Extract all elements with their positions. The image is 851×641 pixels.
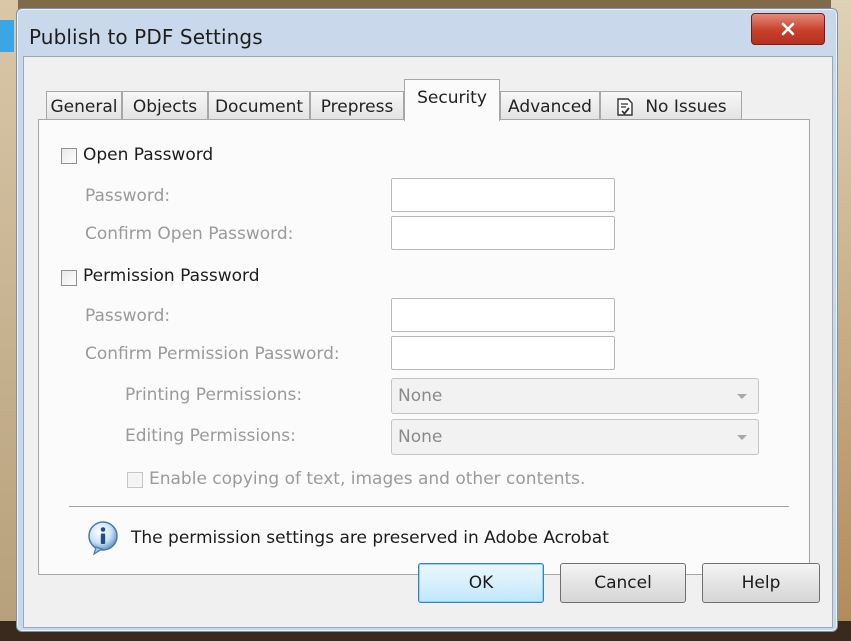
confirm-open-password-input[interactable]: [391, 216, 615, 250]
printing-permissions-select[interactable]: None: [391, 378, 759, 414]
permission-password-field-label: Password:: [85, 306, 171, 326]
tab-document[interactable]: Document: [208, 91, 310, 121]
tab-label: Security: [417, 87, 487, 108]
permission-password-input[interactable]: [391, 298, 615, 332]
chevron-down-icon: [737, 394, 747, 399]
section-divider: [69, 506, 789, 507]
title-bar[interactable]: Publish to PDF Settings: [17, 9, 837, 59]
dialog-client-area: General Objects Document Prepress Securi…: [23, 56, 833, 628]
info-icon: [85, 520, 121, 556]
tab-prepress[interactable]: Prepress: [310, 91, 404, 121]
tab-advanced[interactable]: Advanced: [500, 91, 600, 121]
tab-objects[interactable]: Objects: [122, 91, 208, 121]
tab-label: Prepress: [320, 96, 394, 117]
editing-permissions-value: None: [398, 427, 443, 447]
close-icon: [781, 22, 795, 36]
tab-label: Document: [214, 96, 304, 117]
confirm-permission-password-input[interactable]: [391, 336, 615, 370]
tab-label: Objects: [132, 96, 198, 117]
tab-general[interactable]: General: [46, 91, 122, 121]
permission-password-checkbox[interactable]: [61, 270, 77, 286]
help-button[interactable]: Help: [702, 563, 820, 603]
publish-pdf-dialog: Publish to PDF Settings General Objects …: [16, 8, 838, 632]
tab-label: General: [50, 96, 118, 117]
enable-copying-label: Enable copying of text, images and other…: [149, 469, 586, 489]
info-message: The permission settings are preserved in…: [131, 528, 609, 548]
confirm-permission-password-label: Confirm Permission Password:: [85, 344, 340, 364]
tab-label: Advanced: [508, 96, 592, 117]
editing-permissions-select[interactable]: None: [391, 419, 759, 455]
security-panel: Open Password Password: Confirm Open Pas…: [38, 119, 810, 575]
enable-copying-checkbox[interactable]: [127, 472, 143, 488]
chevron-down-icon: [737, 435, 747, 440]
open-password-label: Open Password: [83, 145, 214, 165]
preflight-icon: [615, 97, 635, 117]
cancel-button[interactable]: Cancel: [560, 563, 686, 603]
open-password-checkbox[interactable]: [61, 148, 77, 164]
help-button-label: Help: [741, 573, 781, 593]
open-password-field-label: Password:: [85, 186, 171, 206]
tab-label: No Issues: [645, 96, 727, 117]
tab-security[interactable]: Security: [404, 79, 500, 121]
editing-permissions-label: Editing Permissions:: [125, 426, 296, 446]
printing-permissions-value: None: [398, 386, 443, 406]
background-accent: [0, 20, 14, 52]
cancel-button-label: Cancel: [594, 573, 652, 593]
permission-password-label: Permission Password: [83, 266, 260, 286]
window-title: Publish to PDF Settings: [29, 25, 263, 49]
open-password-input[interactable]: [391, 178, 615, 212]
printing-permissions-label: Printing Permissions:: [125, 385, 303, 405]
confirm-open-password-label: Confirm Open Password:: [85, 224, 294, 244]
close-button[interactable]: [751, 13, 825, 45]
tab-no-issues[interactable]: No Issues: [600, 91, 742, 121]
ok-button[interactable]: OK: [418, 563, 544, 603]
ok-button-label: OK: [468, 573, 494, 593]
